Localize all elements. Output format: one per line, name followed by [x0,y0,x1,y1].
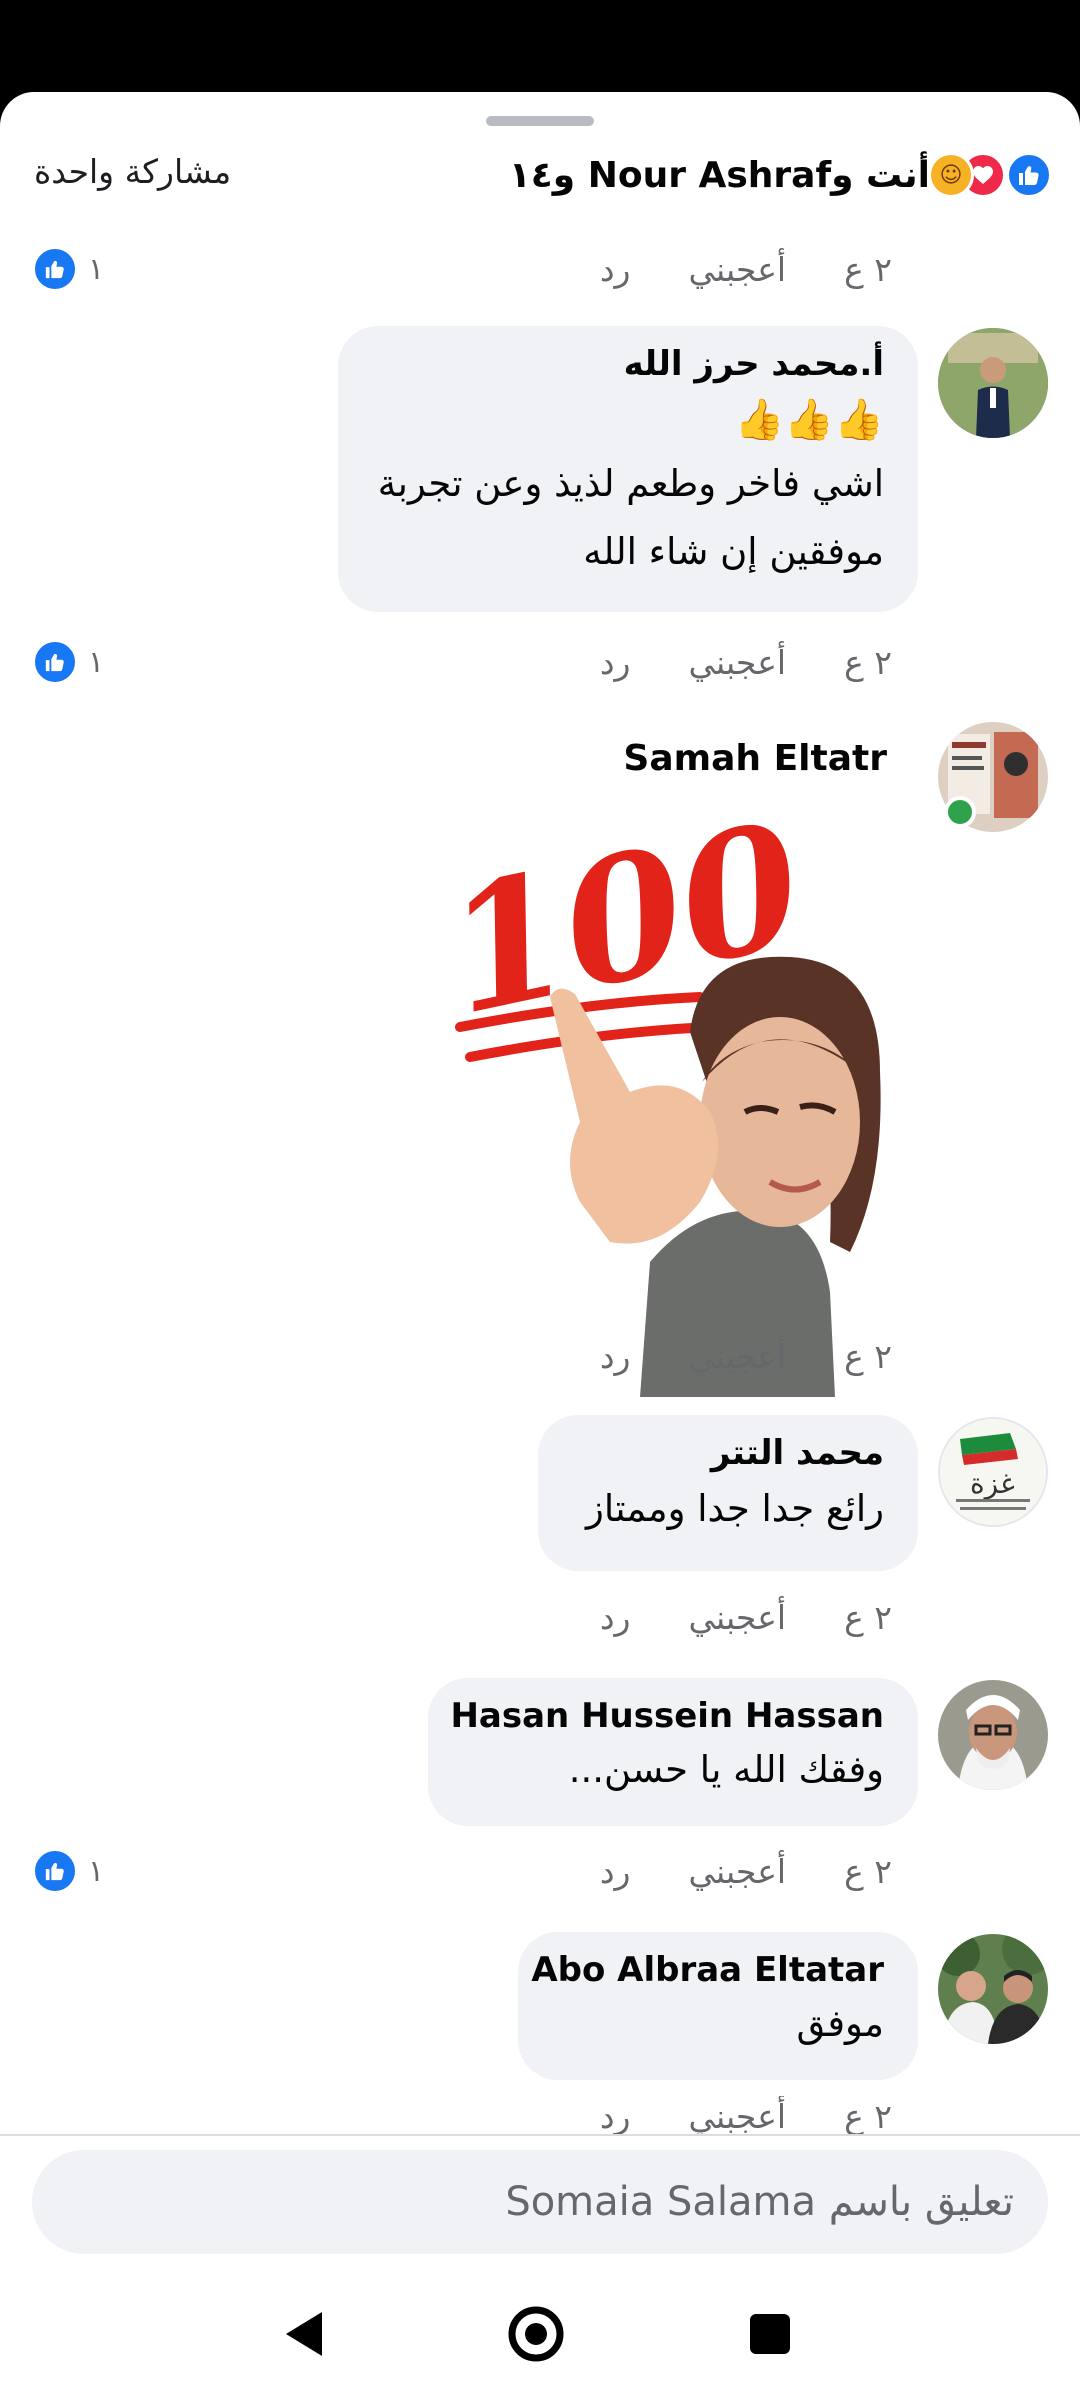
comment-input[interactable]: تعليق باسم Somaia Salama [32,2150,1048,2254]
comment-bubble[interactable]: Hasan Hussein Hassan وفقك الله يا حسن... [428,1678,918,1826]
home-nav-icon[interactable] [506,2304,566,2364]
reaction-number: ١ [88,1853,105,1889]
reply-button[interactable]: رد [600,643,631,682]
divider [0,2134,1080,2136]
comment-actions: ٢ ع أعجبني رد [600,635,892,689]
comment-reaction-count[interactable]: ١ [32,244,104,294]
like-icon [1006,152,1052,198]
back-nav-icon[interactable] [274,2304,334,2364]
comment-text: وفقك الله يا حسن... [568,1748,884,1791]
avatar[interactable] [938,1680,1048,1790]
comment-author[interactable]: Abo Albraa Eltatar [531,1950,884,1990]
comment-actions: ٢ ع أعجبني رد [600,242,892,296]
reply-button[interactable]: رد [600,250,631,289]
reply-button[interactable]: رد [600,1337,631,1376]
like-icon [32,1848,78,1894]
comment-time: ٢ ع [844,1336,892,1376]
comment-text: اشي فاخر وطعم لذيذ وعن تجربة موفقين إن ش… [377,462,884,573]
share-count[interactable]: مشاركة واحدة [34,152,231,191]
comment-time: ٢ ع [844,249,892,289]
reply-button[interactable]: رد [600,2097,631,2136]
comment-input-placeholder: تعليق باسم Somaia Salama [505,2179,1014,2225]
comment-bubble[interactable]: Abo Albraa Eltatar موفق [518,1932,918,2080]
comment-author[interactable]: Samah Eltatr [623,738,887,779]
reaction-number: ١ [88,644,105,680]
comment-actions: ٢ ع أعجبني رد [600,1844,892,1898]
reactions-summary[interactable]: ☺ أنت وNour Ashraf و١٤ [509,148,1052,202]
comment-text: موفق [796,2002,884,2045]
drag-handle[interactable] [486,116,594,126]
comments-sheet: مشاركة واحدة ☺ أنت وNour Ashraf و١٤ ٢ ع … [0,92,1080,2268]
like-button[interactable]: أعجبني [688,643,786,682]
comment-reaction-count[interactable]: ١ [32,1846,104,1896]
sticker-image[interactable]: 100 [430,784,890,1402]
online-status-dot [944,796,976,828]
like-button[interactable]: أعجبني [688,2097,786,2136]
comment-time: ٢ ع [844,1597,892,1637]
comment-bubble[interactable]: أ.محمد حرز الله 👍👍👍 اشي فاخر وطعم لذيذ و… [338,326,918,612]
comment-author[interactable]: Hasan Hussein Hassan [450,1696,884,1736]
avatar[interactable]: غزة [938,1417,1048,1527]
like-button[interactable]: أعجبني [688,250,786,289]
comment-emoji: 👍👍👍 [734,397,884,443]
like-icon [32,246,78,292]
comment-time: ٢ ع [844,1851,892,1891]
reply-button[interactable]: رد [600,1598,631,1637]
reaction-number: ١ [88,251,105,287]
comment-author[interactable]: محمد التتر [572,1433,884,1473]
recents-nav-icon[interactable] [740,2304,800,2364]
like-button[interactable]: أعجبني [688,1598,786,1637]
reply-button[interactable]: رد [600,1852,631,1891]
comment-reaction-count[interactable]: ١ [32,637,104,687]
comment-bubble[interactable]: محمد التتر رائع جدا جدا وممتاز [538,1415,918,1571]
like-button[interactable]: أعجبني [688,1852,786,1891]
reactors-text: أنت وNour Ashraf و١٤ [508,154,930,196]
comment-author[interactable]: أ.محمد حرز الله [372,344,884,384]
system-nav-bar [0,2268,1080,2400]
avatar[interactable] [938,328,1048,438]
comment-actions: ٢ ع أعجبني رد [600,1329,892,1383]
avatar[interactable] [938,1934,1048,2044]
comment-time: ٢ ع [844,642,892,682]
like-button[interactable]: أعجبني [688,1337,786,1376]
comment-actions: ٢ ع أعجبني رد [600,2096,892,2136]
like-icon [32,639,78,685]
comment-text: رائع جدا جدا وممتاز [586,1487,884,1530]
svg-text:غزة: غزة [970,1467,1015,1500]
comment-actions: ٢ ع أعجبني رد [600,1590,892,1644]
comment-time: ٢ ع [844,2096,892,2136]
care-icon: ☺ [928,152,974,198]
